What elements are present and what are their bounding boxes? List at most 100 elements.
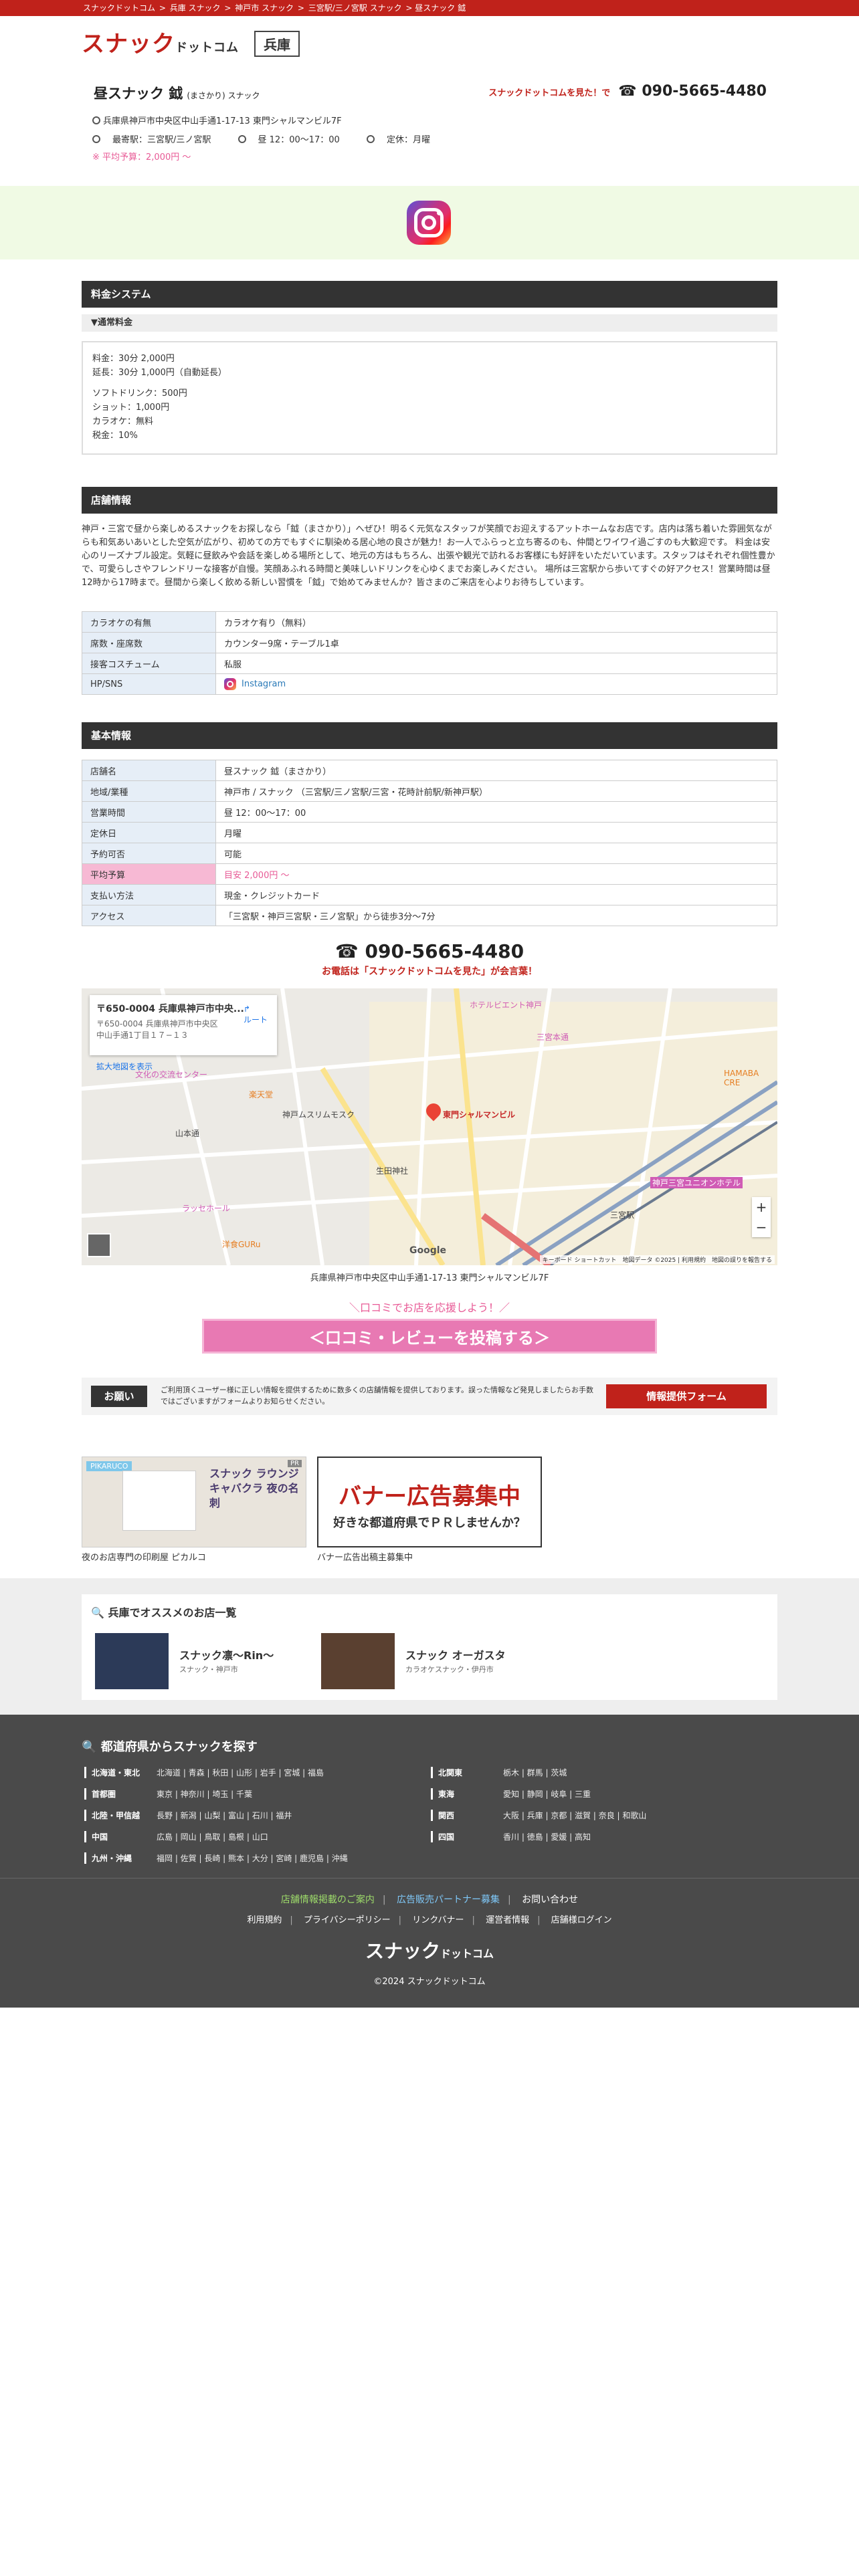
- recommend-title-text: 兵庫でオススメのお店一覧: [108, 1606, 237, 1619]
- map-label: HAMABA CRE: [724, 1069, 759, 1087]
- prefecture-links[interactable]: 長野 | 新潟 | 山梨 | 富山 | 石川 | 福井: [157, 1810, 292, 1821]
- footer-link-operator[interactable]: 運営者情報: [486, 1915, 529, 1925]
- footer-link-login[interactable]: 店舗様ログイン: [551, 1915, 612, 1925]
- breadcrumb: スナックドットコム > 兵庫 スナック > 神戸市 スナック > 三宮駅/三ノ宮…: [83, 3, 466, 13]
- price-section-title: 料金システム: [82, 281, 777, 308]
- zoom-out-icon[interactable]: −: [752, 1217, 771, 1237]
- info-form-button[interactable]: 情報提供フォーム: [606, 1384, 767, 1408]
- hours-info: 昼 12：00〜17：00: [237, 135, 352, 145]
- prefecture-links[interactable]: 栃木 | 群馬 | 茨城: [503, 1767, 567, 1778]
- table-row: 平均予算 目安 2,000円 〜: [82, 863, 777, 885]
- table-cell: 可能: [215, 843, 777, 864]
- shop-meta: 最寄駅：三宮駅/三ノ宮駅 昼 12：00〜17：00 定休：月曜: [92, 132, 454, 145]
- banner-caption[interactable]: バナー広告出稿主募集中: [317, 1550, 413, 1563]
- copyright: ©2024 スナックドットコム: [373, 1977, 486, 1987]
- recommend-sub: スナック・神戸市: [179, 1665, 238, 1674]
- recommend-title: 🔍 兵庫でオススメのお店一覧: [91, 1604, 768, 1620]
- table-row: 営業時間昼 12：00〜17：00: [82, 801, 777, 823]
- table-header-cell: 支払い方法: [82, 884, 216, 905]
- table-row: 支払い方法 現金・クレジットカード: [82, 884, 777, 905]
- notice-text: ご利用頂くユーザー様に正しい情報を提供するために数多くの店舗情報を提供しておりま…: [161, 1386, 594, 1406]
- google-map[interactable]: 〒650-0004 兵庫県神戸市中央... 〒650-0004 兵庫県神戸市中央…: [82, 988, 777, 1265]
- shop-name-text: 昼スナック 鉞: [94, 86, 183, 102]
- basic-table: 店舗名 昼スナック 鉞（まさかり） 地域/業種 神戸市 / スナック （三宮駅/三ノ…: [82, 760, 777, 926]
- pikaruco-banner[interactable]: PIKARUCO PR スナック ラウンジ キャバクラ 夜の名刺: [82, 1457, 306, 1547]
- footer-title: 🔍 都道府県からスナックを探す: [82, 1737, 258, 1755]
- site-logo[interactable]: スナックドットコム: [82, 25, 239, 58]
- breadcrumb-home[interactable]: スナックドットコム: [83, 3, 155, 13]
- holiday-text: 定休：月曜: [386, 135, 430, 145]
- top-phone[interactable]: スナックドットコムを見た！で ☎ 090-5665-4480: [488, 83, 767, 100]
- footer-link-terms[interactable]: 利用規約: [247, 1915, 282, 1925]
- prefecture-links[interactable]: 広島 | 岡山 | 鳥取 | 島根 | 山口: [157, 1831, 268, 1842]
- table-header-cell: 地域/業種: [82, 780, 216, 802]
- footer-logo[interactable]: スナックドットコム: [0, 1937, 859, 1963]
- post-review-button[interactable]: ＜口コミ・レビューを投稿する＞: [202, 1319, 657, 1354]
- prefecture-links[interactable]: 愛知 | 静岡 | 岐阜 | 三重: [503, 1788, 591, 1800]
- instagram-icon[interactable]: [407, 201, 451, 245]
- table-cell: 昼 12：00〜17：00: [215, 801, 777, 823]
- breadcrumb-city[interactable]: 神戸市 スナック: [235, 3, 294, 13]
- map-label: 三宮駅: [610, 1210, 635, 1220]
- region-name: 北陸・甲信越: [84, 1810, 151, 1821]
- recommend-name: スナック オーガスタ: [405, 1649, 506, 1662]
- directions-link[interactable]: ↱ ルート: [244, 1004, 268, 1025]
- instagram-small-icon: [224, 678, 236, 690]
- table-cell: 昼スナック 鉞（まさかり）: [215, 760, 777, 781]
- notice-box: お願い ご利用頂くユーザー様に正しい情報を提供するために数多くの店舗情報を提供し…: [82, 1378, 777, 1415]
- address-text: 兵庫県神戸市中央区中山手通1-17-13 東門シャルマンビル7F: [103, 116, 342, 126]
- table-header-cell: HP/SNS: [82, 673, 216, 695]
- clock-icon: [237, 135, 246, 143]
- directions-icon: ↱: [243, 1004, 251, 1014]
- breadcrumb-pref[interactable]: 兵庫 スナック: [170, 3, 221, 13]
- shop-address: 兵庫県神戸市中央区中山手通1-17-13 東門シャルマンビル7F: [92, 114, 342, 126]
- price-box: 料金：30分 2,000円 延長：30分 1,000円（自動延長） ソフトドリン…: [82, 341, 777, 455]
- table-header-cell: 接客コスチューム: [82, 653, 216, 674]
- table-row: カラオケの有無 カラオケ有り（無料）: [82, 611, 777, 633]
- banner-caption[interactable]: 夜のお店専門の印刷屋 ピカルコ: [82, 1550, 206, 1563]
- prefecture-links[interactable]: 東京 | 神奈川 | 埼玉 | 千葉: [157, 1788, 252, 1800]
- instagram-link[interactable]: Instagram: [242, 679, 286, 689]
- zoom-in-icon[interactable]: +: [752, 1197, 771, 1217]
- table-cell: 神戸市 / スナック （三宮駅/三ノ宮駅/三宮・花時計前駅/新神戸駅）: [215, 780, 777, 802]
- breadcrumb-station[interactable]: 三宮駅/三ノ宮駅 スナック: [308, 3, 402, 13]
- prefecture-links[interactable]: 福岡 | 佐賀 | 長崎 | 熊本 | 大分 | 宮崎 | 鹿児島 | 沖縄: [157, 1852, 348, 1864]
- phone-number[interactable]: ☎ 090-5665-4480: [0, 940, 859, 962]
- table-header-cell: 平均予算: [82, 863, 216, 885]
- table-cell: 目安 2,000円 〜: [215, 863, 777, 885]
- prefecture-links[interactable]: 北海道 | 青森 | 秋田 | 山形 | 岩手 | 宮城 | 福島: [157, 1767, 324, 1778]
- footer-link-privacy[interactable]: プライバシーポリシー: [304, 1915, 391, 1925]
- prefecture-links[interactable]: 大阪 | 兵庫 | 京都 | 滋賀 | 奈良 | 和歌山: [503, 1810, 646, 1821]
- table-row: アクセス 「三宮駅・神戸三宮駅・三ノ宮駅」から徒歩3分〜7分: [82, 905, 777, 926]
- recommend-sub: カラオケスナック・伊丹市: [405, 1665, 494, 1674]
- footer-link-listing[interactable]: 店舗情報掲載のご案内: [281, 1895, 375, 1905]
- map-type-thumbnail[interactable]: [87, 1233, 111, 1257]
- table-row: 定休日 月曜: [82, 822, 777, 843]
- logo-sub-text: ドットコム: [175, 41, 239, 55]
- table-row: 接客コスチューム 私服: [82, 653, 777, 674]
- price-line: 延長：30分 1,000円（自動延長）: [92, 368, 227, 378]
- sns-cell[interactable]: Instagram: [215, 673, 777, 695]
- ad-banner-sub: 好きな都道府県でＰＲしませんか？: [333, 1516, 526, 1530]
- store-section-title: 店舗情報: [82, 487, 777, 514]
- recommend-name: スナック凛〜Rin〜: [179, 1649, 274, 1662]
- region-name: 関西: [431, 1810, 498, 1821]
- recommend-item[interactable]: スナック オーガスタ カラオケスナック・伊丹市: [321, 1633, 535, 1689]
- hours-text: 昼 12：00〜17：00: [258, 135, 340, 145]
- footer-link-banner[interactable]: リンクバナー: [412, 1915, 464, 1925]
- directions-label: ルート: [243, 1015, 268, 1025]
- banner-brand: PIKARUCO: [86, 1461, 132, 1471]
- map-label: 生田神社: [376, 1166, 409, 1176]
- map-label: 楽天堂: [249, 1090, 274, 1099]
- table-cell: カラオケ有り（無料）: [215, 611, 777, 633]
- pref-badge[interactable]: 兵庫: [254, 31, 300, 57]
- region-name: 北海道・東北: [84, 1767, 151, 1778]
- prefecture-links[interactable]: 香川 | 徳島 | 愛媛 | 高知: [503, 1831, 591, 1842]
- footer-link-contact[interactable]: お問い合わせ: [522, 1895, 578, 1905]
- recommend-item[interactable]: スナック凛〜Rin〜 スナック・神戸市: [95, 1633, 309, 1689]
- ad-banner[interactable]: バナー広告募集中 好きな都道府県でＰＲしませんか？: [317, 1457, 542, 1547]
- table-header-cell: 予約可否: [82, 843, 216, 864]
- footer-link-partner[interactable]: 広告販売パートナー募集: [397, 1895, 500, 1905]
- price-line: ショット：1,000円: [92, 403, 170, 413]
- map-address: 兵庫県神戸市中央区中山手通1-17-13 東門シャルマンビル7F: [310, 1273, 549, 1283]
